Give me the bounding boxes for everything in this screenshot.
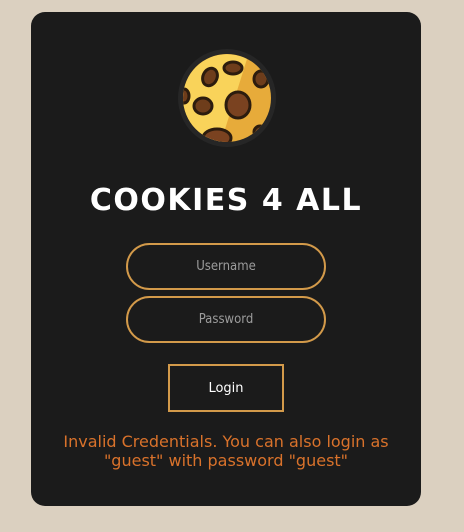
error-message: Invalid Credentials. You can also login … (63, 432, 389, 470)
password-input[interactable] (126, 296, 326, 343)
username-input[interactable] (126, 243, 326, 290)
login-button[interactable]: Login (168, 364, 284, 412)
page-title: COOKIES 4 ALL (89, 183, 363, 218)
cookie-icon (177, 48, 277, 148)
login-card: COOKIES 4 ALL Login Invalid Credentials.… (31, 12, 421, 506)
